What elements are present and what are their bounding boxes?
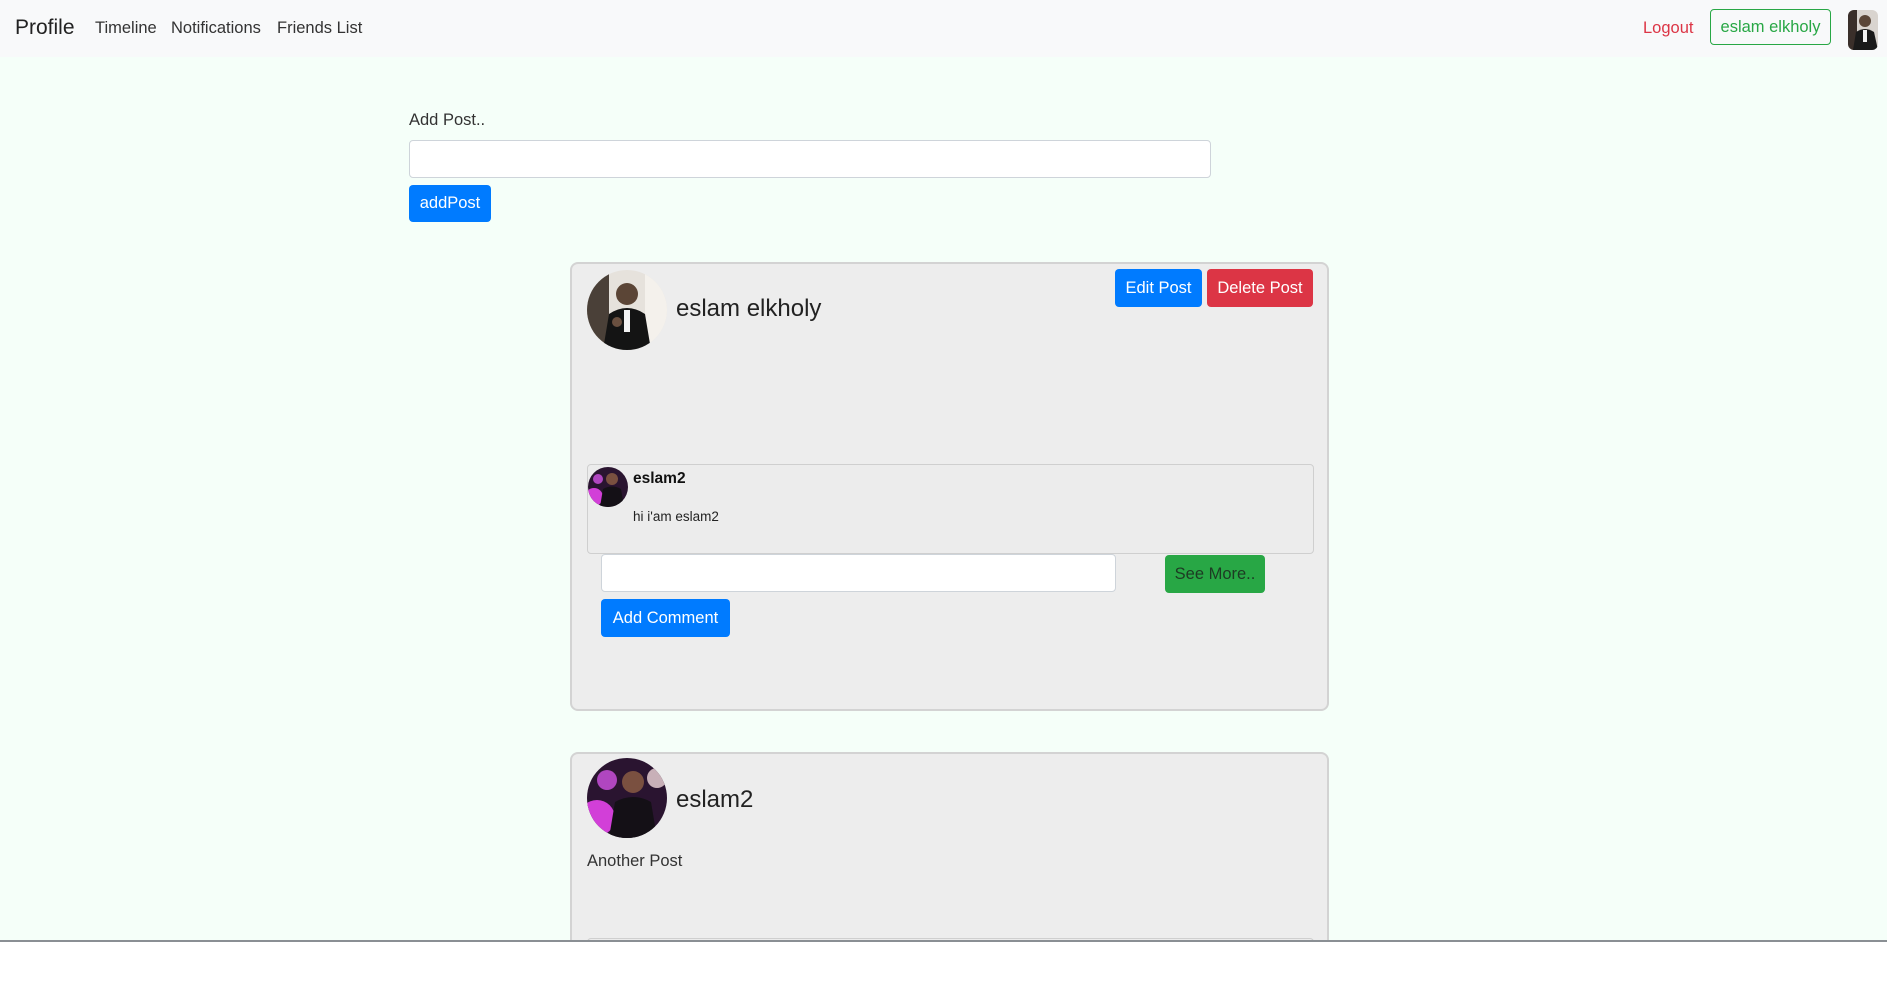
delete-post-button[interactable]: Delete Post (1207, 269, 1313, 307)
nav-link-notifications[interactable]: Notifications (171, 19, 261, 38)
add-post-label: Add Post.. (409, 111, 486, 129)
page-viewport: Profile Timeline Notifications Friends L… (0, 0, 1887, 942)
see-more-button[interactable]: See More.. (1165, 555, 1265, 593)
nav-link-friends-list[interactable]: Friends List (277, 19, 362, 38)
nav-link-timeline[interactable]: Timeline (95, 19, 157, 38)
user-profile-button[interactable]: eslam elkholy (1710, 9, 1831, 45)
post-author-name[interactable]: eslam2 (676, 786, 753, 814)
comment-item: eslam2 hi i'am eslam2 (587, 464, 1314, 554)
logout-link[interactable]: Logout (1643, 19, 1693, 38)
post-card: eslam elkholy Edit Post Delete Post esla… (570, 262, 1329, 711)
comment-text: hi i'am eslam2 (633, 509, 719, 524)
post-author-name[interactable]: eslam elkholy (676, 295, 821, 323)
post-author-avatar-icon (587, 270, 667, 350)
post-author-avatar-icon (587, 758, 667, 838)
navbar-brand[interactable]: Profile (15, 16, 75, 40)
add-post-input[interactable] (409, 140, 1211, 178)
comment-author-name[interactable]: eslam2 (633, 470, 686, 488)
post-card: eslam2 Another Post (570, 752, 1329, 940)
comment-author-avatar-icon (588, 467, 628, 507)
add-post-button[interactable]: addPost (409, 185, 491, 222)
comment-item (587, 938, 1314, 940)
comment-input[interactable] (601, 554, 1116, 592)
navbar: Profile Timeline Notifications Friends L… (0, 0, 1887, 57)
user-avatar-icon[interactable] (1848, 10, 1878, 50)
add-comment-button[interactable]: Add Comment (601, 599, 730, 637)
edit-post-button[interactable]: Edit Post (1115, 269, 1202, 307)
post-text: Another Post (587, 852, 683, 870)
